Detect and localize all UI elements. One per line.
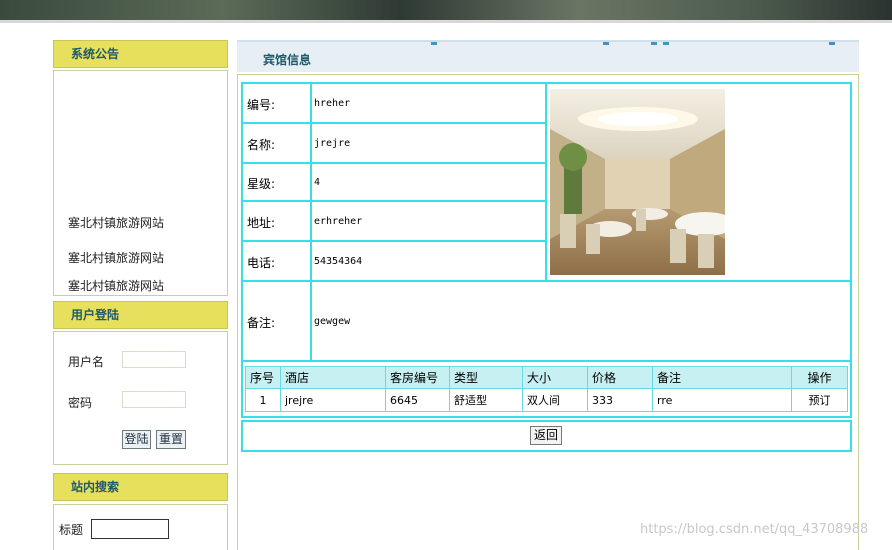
announcement-item[interactable]: 塞北村镇旅游网站 — [68, 277, 164, 294]
cell-room-no: 6645 — [385, 388, 450, 412]
col-header: 价格 — [587, 366, 653, 389]
search-title-label: 标题 — [59, 523, 84, 537]
hotel-info-header: 宾馆信息 — [237, 40, 859, 72]
announcement-item[interactable]: 塞北村镇旅游网站 — [68, 214, 164, 231]
col-header: 类型 — [449, 366, 523, 389]
search-header: 站内搜索 — [53, 473, 228, 501]
field-label-name: 名称: — [247, 138, 276, 152]
login-header: 用户登陆 — [53, 301, 228, 329]
announcement-panel: 塞北村镇旅游网站 塞北村镇旅游网站 塞北村镇旅游网站 — [53, 70, 228, 296]
label-cell: 星级: — [241, 162, 312, 202]
cell-notes: rre — [652, 388, 792, 412]
value-cell: 54354364 — [310, 240, 547, 282]
field-label-address: 地址: — [247, 216, 276, 230]
cell-price: 333 — [587, 388, 653, 412]
field-label-notes: 备注: — [247, 316, 276, 330]
search-panel: 标题 — [53, 504, 228, 550]
field-value-notes: gewgew — [314, 316, 351, 327]
cell-type: 舒适型 — [449, 388, 523, 412]
search-input[interactable] — [91, 519, 169, 539]
value-cell: gewgew — [310, 280, 852, 362]
field-label-phone: 电话: — [247, 256, 276, 270]
value-cell: jrejre — [310, 122, 547, 164]
col-header: 操作 — [791, 366, 848, 389]
field-label-stars: 星级: — [247, 177, 276, 191]
page-title: 宾馆信息 — [263, 53, 312, 67]
header-tick — [651, 42, 657, 45]
label-cell: 地址: — [241, 200, 312, 242]
col-header: 大小 — [522, 366, 588, 389]
table-row: 1 jrejre 6645 舒适型 双人间 333 rre 预订 — [245, 388, 848, 412]
announcement-header: 系统公告 — [53, 40, 228, 68]
header-tick — [431, 42, 437, 45]
label-cell: 名称: — [241, 122, 312, 164]
password-label: 密码 — [68, 396, 93, 410]
field-value-phone: 54354364 — [314, 256, 363, 267]
password-input[interactable] — [122, 391, 186, 408]
header-tick — [829, 42, 835, 45]
field-label-id: 编号: — [247, 98, 276, 112]
label-cell: 备注: — [241, 280, 312, 362]
col-header: 客房编号 — [385, 366, 450, 389]
banquet-hall-image — [550, 89, 725, 275]
header-tick — [603, 42, 609, 45]
field-value-name: jrejre — [314, 138, 351, 149]
banner-divider — [0, 20, 892, 23]
header-tick — [663, 42, 669, 45]
login-button[interactable]: 登陆 — [122, 430, 151, 449]
field-value-id: hreher — [314, 98, 351, 109]
reserve-link[interactable]: 预订 — [791, 388, 848, 412]
cell-hotel: jrejre — [280, 388, 386, 412]
col-header: 酒店 — [280, 366, 386, 389]
value-cell: hreher — [310, 82, 547, 124]
value-cell: erhreher — [310, 200, 547, 242]
field-value-address: erhreher — [314, 216, 363, 227]
username-label: 用户名 — [68, 355, 105, 369]
rooms-table: 序号 酒店 客房编号 类型 大小 价格 备注 操作 1 jrejre 6645 … — [245, 366, 848, 412]
rooms-table-header: 序号 酒店 客房编号 类型 大小 价格 备注 操作 — [245, 366, 848, 389]
top-banner-image — [0, 0, 892, 20]
col-header: 序号 — [245, 366, 281, 389]
back-button[interactable]: 返回 — [530, 426, 562, 445]
reset-button[interactable]: 重置 — [156, 430, 186, 449]
col-header: 备注 — [652, 366, 792, 389]
label-cell: 编号: — [241, 82, 312, 124]
cell-size: 双人间 — [522, 388, 588, 412]
cell-index: 1 — [245, 388, 281, 412]
watermark: https://blog.csdn.net/qq_43708988 — [640, 522, 869, 537]
value-cell: 4 — [310, 162, 547, 202]
username-input[interactable] — [122, 351, 186, 368]
field-value-stars: 4 — [314, 177, 321, 188]
hotel-photo — [550, 89, 725, 275]
announcement-item[interactable]: 塞北村镇旅游网站 — [68, 249, 164, 266]
login-panel: 用户名 密码 登陆 重置 — [53, 331, 228, 465]
label-cell: 电话: — [241, 240, 312, 282]
